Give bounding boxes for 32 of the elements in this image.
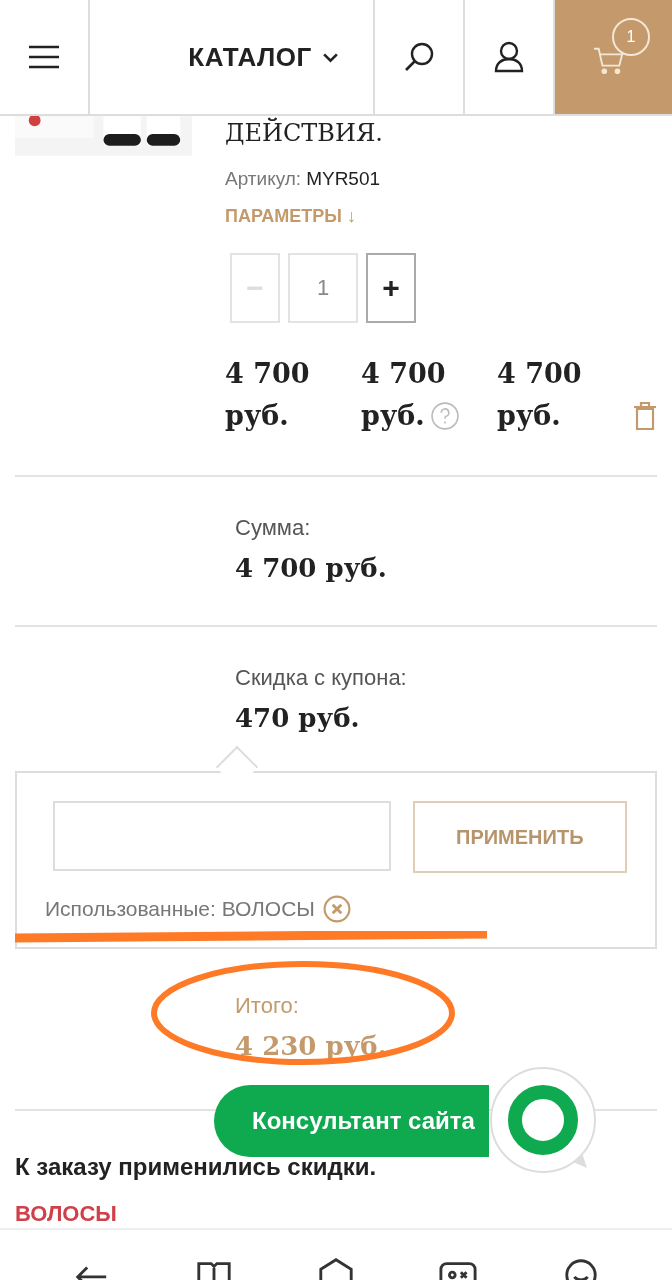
coupon-input-field[interactable] xyxy=(53,801,391,871)
price-currency: руб. xyxy=(225,399,289,433)
remove-icon[interactable] xyxy=(322,895,351,923)
catalog-button[interactable]: КАТАЛОГ xyxy=(184,37,343,77)
price-amount: 4 700 xyxy=(225,357,311,391)
apply-button[interactable]: ПРИМЕНИТЬ xyxy=(412,801,627,873)
price-currency: руб. xyxy=(497,399,561,433)
chevron-down-icon xyxy=(321,51,339,63)
summary-label: Скидка с купона: xyxy=(235,665,408,691)
price-amount: 4 700 xyxy=(497,357,583,391)
cart-icon xyxy=(592,45,625,75)
used-coupon-label: Использованные: ВОЛОСЫ xyxy=(45,897,315,921)
cart-button[interactable]: 1 xyxy=(555,0,672,114)
search-icon[interactable] xyxy=(403,41,435,73)
increase-button[interactable]: + xyxy=(366,253,416,323)
trash-icon[interactable] xyxy=(633,401,657,431)
price-currency: руб. xyxy=(361,399,425,433)
cart-count-badge: 1 xyxy=(612,18,650,56)
parameters-link[interactable]: ПАРАМЕТРЫ ↓ xyxy=(225,206,356,227)
user-icon[interactable] xyxy=(493,41,525,73)
consultant-button[interactable]: Консультант сайта xyxy=(214,1085,489,1157)
summary-label: Сумма: xyxy=(235,515,312,541)
discount-name: ВОЛОСЫ xyxy=(15,1201,118,1227)
quantity-field[interactable]: 1 xyxy=(288,253,358,323)
summary-value: 470 руб. xyxy=(235,703,361,733)
summary-value: 4 700 руб. xyxy=(235,553,388,583)
article-label: Артикул: xyxy=(225,168,302,190)
price-amount: 4 700 xyxy=(361,357,447,391)
article-number: MYR501 xyxy=(306,168,381,190)
chat-bubble-icon[interactable] xyxy=(488,1066,599,1176)
total-label: Итого: xyxy=(235,993,300,1019)
product-title: ДЕЙСТВИЯ. xyxy=(225,118,384,148)
